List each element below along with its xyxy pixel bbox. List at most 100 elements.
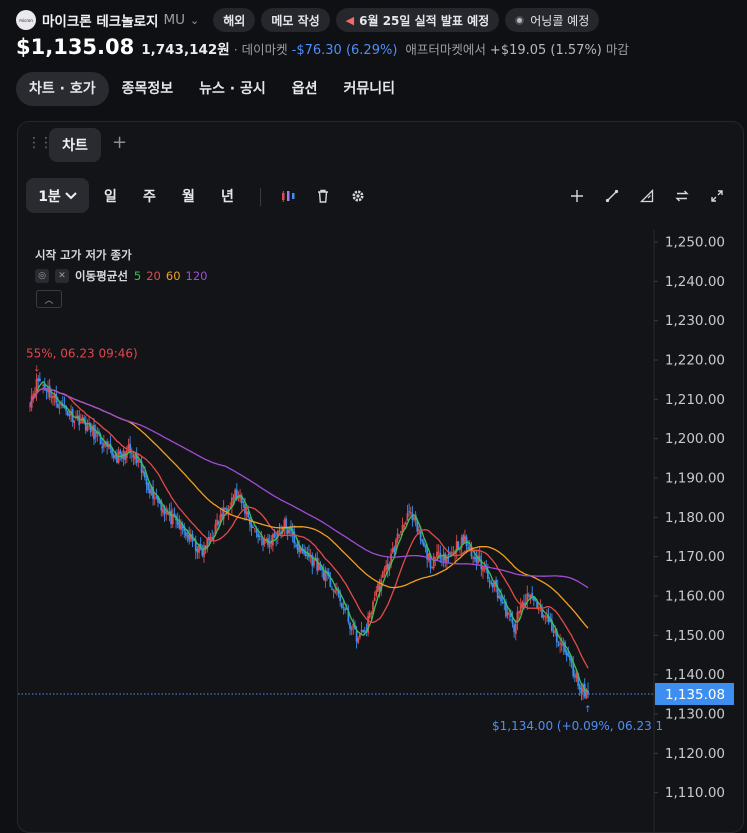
candle-body xyxy=(491,582,494,588)
candle-body xyxy=(488,580,491,582)
candle-body xyxy=(255,530,258,533)
candle-body xyxy=(391,548,394,553)
swap-icon[interactable] xyxy=(672,186,692,206)
candle-body xyxy=(137,460,140,462)
candle-body xyxy=(457,541,460,549)
candle-body xyxy=(242,501,245,503)
candle-body xyxy=(127,444,130,449)
after-market-change: +$19.05 (1.57%) xyxy=(489,43,602,58)
candle-body xyxy=(180,523,182,530)
chevron-up-icon[interactable]: ︿ xyxy=(36,290,62,308)
memo-button[interactable]: 메모 작성 xyxy=(261,8,330,32)
drag-handle-icon[interactable]: ⋮⋮ xyxy=(27,135,53,151)
candle-body xyxy=(350,627,353,631)
candle-body xyxy=(258,535,261,538)
tab-community[interactable]: 커뮤니티 xyxy=(330,72,408,106)
candle-body xyxy=(165,511,168,514)
candle-body xyxy=(148,489,151,494)
ticker-symbol: MU xyxy=(163,12,186,28)
candle-body xyxy=(559,642,561,645)
candle-body xyxy=(403,525,406,528)
tab-chart-orderbook[interactable]: 차트 · 호가 xyxy=(16,72,109,106)
candle-body xyxy=(245,511,248,515)
candle-body xyxy=(340,603,343,608)
chart-panel: ⋮⋮ 차트 + 1분 일 주 월 년 1,250.00 1,240.00 1,2… xyxy=(17,121,744,833)
ma-legend-label: 이동평균선 xyxy=(75,269,128,283)
y-tick-label: 1,220.00 xyxy=(665,352,725,368)
candle-body xyxy=(508,613,511,615)
panel-tab-chart[interactable]: 차트 xyxy=(49,128,101,162)
earnings-call-badge[interactable]: 어닝콜 예정 xyxy=(505,8,600,32)
timeframe-week[interactable]: 주 xyxy=(143,186,156,206)
candle-body xyxy=(250,524,253,529)
trash-icon[interactable] xyxy=(313,186,333,206)
close-icon[interactable]: ✕ xyxy=(55,269,69,283)
y-tick-label: 1,190.00 xyxy=(665,470,725,486)
tab-options[interactable]: 옵션 xyxy=(279,72,331,106)
candle-body xyxy=(334,591,337,593)
chevron-down-icon[interactable]: ⌄ xyxy=(190,14,199,27)
candle-body xyxy=(116,456,118,463)
candle-body xyxy=(124,452,127,460)
y-tick-label: 1,200.00 xyxy=(665,431,725,447)
candle-body xyxy=(422,541,425,547)
timeframe-day[interactable]: 일 xyxy=(104,186,117,206)
candle-body xyxy=(216,519,218,526)
candle-body xyxy=(132,454,135,458)
candle-icon[interactable] xyxy=(278,186,298,206)
market-status: 마감 xyxy=(605,42,629,57)
timeframe-select[interactable]: 1분 xyxy=(26,178,89,213)
candle-body xyxy=(560,644,563,646)
candle-body xyxy=(278,530,281,532)
candle-body xyxy=(283,519,286,527)
candle-body xyxy=(434,557,437,559)
candle-body xyxy=(332,589,335,592)
candle-body xyxy=(544,615,547,617)
candle-body xyxy=(385,565,388,570)
candle-body xyxy=(57,403,59,408)
crosshair-icon[interactable] xyxy=(567,186,587,206)
candle-body xyxy=(260,538,263,540)
current-price: $1,135.08 xyxy=(16,35,135,59)
earnings-badge-label: 6월 25일 실적 발표 예정 xyxy=(359,13,490,28)
toolbar-divider xyxy=(260,188,261,206)
overseas-badge[interactable]: 해외 xyxy=(213,8,256,32)
tab-stock-info[interactable]: 종목정보 xyxy=(109,72,187,106)
candle-body xyxy=(42,384,45,386)
candle-body xyxy=(134,455,136,460)
candle-body xyxy=(170,510,173,524)
add-tab-button[interactable]: + xyxy=(112,132,127,153)
candle-body xyxy=(162,509,164,513)
candle-body xyxy=(178,522,181,529)
candle-body xyxy=(117,451,120,463)
candle-body xyxy=(565,651,568,656)
chevron-down-icon xyxy=(65,191,77,199)
candle-body xyxy=(436,551,438,558)
earnings-call-label: 어닝콜 예정 xyxy=(530,13,590,28)
line-draw-icon[interactable] xyxy=(602,186,622,206)
tab-news[interactable]: 뉴스 · 공시 xyxy=(186,72,279,106)
candlestick-chart[interactable]: 1,250.00 1,240.00 1,230.00 1,220.00 1,210.00… xyxy=(18,230,743,832)
candle-body xyxy=(377,583,379,592)
y-tick-label: 1,230.00 xyxy=(665,313,725,329)
timeframe-year[interactable]: 년 xyxy=(221,186,234,206)
timeframe-month[interactable]: 월 xyxy=(182,186,195,206)
visibility-toggle-icon[interactable]: ◎ xyxy=(35,269,49,283)
ruler-icon[interactable] xyxy=(637,186,657,206)
main-tabs: 차트 · 호가 종목정보 뉴스 · 공시 옵션 커뮤니티 xyxy=(16,72,408,106)
candle-body xyxy=(396,533,399,541)
panel-tab-bar: ⋮⋮ 차트 + xyxy=(18,122,743,166)
earnings-badge[interactable]: ◀ 6월 25일 실적 발표 예정 xyxy=(335,8,500,32)
timeframe-selected: 1분 xyxy=(38,188,61,205)
candle-body xyxy=(409,512,412,514)
expand-icon[interactable] xyxy=(707,186,727,206)
candle-body xyxy=(294,545,297,547)
gear-icon[interactable] xyxy=(348,186,368,206)
record-icon xyxy=(515,15,525,25)
candle-body xyxy=(552,631,555,633)
price-chart-area[interactable]: 1,250.00 1,240.00 1,230.00 1,220.00 1,210.00… xyxy=(18,230,743,832)
candle-body xyxy=(523,602,525,606)
stock-header: micron 마이크론 테크놀로지 MU ⌄ 해외 메모 작성 ◀ 6월 25일… xyxy=(16,8,600,32)
candle-body xyxy=(344,608,347,611)
candle-body xyxy=(557,644,560,646)
